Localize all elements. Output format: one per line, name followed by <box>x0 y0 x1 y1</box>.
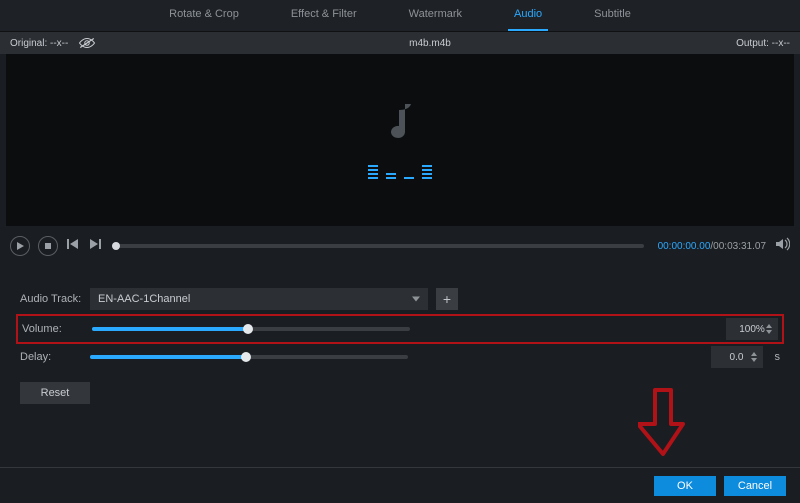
audio-track-select[interactable]: EN-AAC-1Channel <box>90 288 428 310</box>
seek-slider[interactable] <box>116 244 644 248</box>
file-name: m4b.m4b <box>200 38 660 49</box>
tab-rotate-crop[interactable]: Rotate & Crop <box>163 4 245 31</box>
ok-button[interactable]: OK <box>654 476 716 496</box>
delay-value: 0.0 <box>730 352 744 363</box>
audio-controls: Audio Track: EN-AAC-1Channel + Volume: 1… <box>0 266 800 404</box>
delay-spinner[interactable] <box>751 346 761 368</box>
next-frame-button[interactable] <box>88 237 102 256</box>
music-note-icon <box>385 102 415 151</box>
playback-bar: 00:00:00.00/00:03:31.07 <box>0 226 800 266</box>
tab-audio[interactable]: Audio <box>508 4 548 31</box>
delay-value-input[interactable]: 0.0 <box>711 346 763 368</box>
volume-row: Volume: 100% <box>16 314 784 344</box>
seek-thumb[interactable] <box>112 242 120 250</box>
add-audio-track-button[interactable]: + <box>436 288 458 310</box>
delay-slider[interactable] <box>90 355 408 359</box>
delay-slider-thumb[interactable] <box>241 352 251 362</box>
volume-spinner[interactable] <box>766 318 776 340</box>
delay-unit: s <box>775 351 781 363</box>
prev-frame-button[interactable] <box>66 237 80 256</box>
tab-watermark[interactable]: Watermark <box>403 4 468 31</box>
audio-track-row: Audio Track: EN-AAC-1Channel + <box>20 284 780 314</box>
current-time: 00:00:00.00 <box>658 241 711 252</box>
stop-button[interactable] <box>38 236 58 256</box>
equalizer-icon <box>368 165 432 179</box>
time-display: 00:00:00.00/00:03:31.07 <box>658 241 766 252</box>
delay-row: Delay: 0.0 s <box>20 342 780 372</box>
output-dimensions: Output: --x-- <box>660 38 800 49</box>
original-dimensions: Original: --x-- <box>10 38 68 49</box>
titlebar: Original: --x-- m4b.m4b Output: --x-- <box>0 32 800 54</box>
delay-label: Delay: <box>20 351 82 363</box>
tab-subtitle[interactable]: Subtitle <box>588 4 637 31</box>
volume-value-input[interactable]: 100% <box>726 318 778 340</box>
play-button[interactable] <box>10 236 30 256</box>
cancel-button[interactable]: Cancel <box>724 476 786 496</box>
audio-track-value: EN-AAC-1Channel <box>98 293 190 305</box>
preview-toggle-icon[interactable] <box>78 36 96 50</box>
volume-label: Volume: <box>22 323 84 335</box>
tabs-bar: Rotate & Crop Effect & Filter Watermark … <box>0 0 800 32</box>
preview-panel <box>6 54 794 226</box>
total-duration: 00:03:31.07 <box>713 241 766 252</box>
volume-value: 100% <box>739 324 765 335</box>
audio-track-label: Audio Track: <box>20 293 82 305</box>
volume-slider[interactable] <box>92 327 410 331</box>
tab-effect-filter[interactable]: Effect & Filter <box>285 4 363 31</box>
volume-slider-thumb[interactable] <box>243 324 253 334</box>
speaker-icon[interactable] <box>774 236 790 257</box>
dialog-footer: OK Cancel <box>0 467 800 503</box>
reset-button[interactable]: Reset <box>20 382 90 404</box>
